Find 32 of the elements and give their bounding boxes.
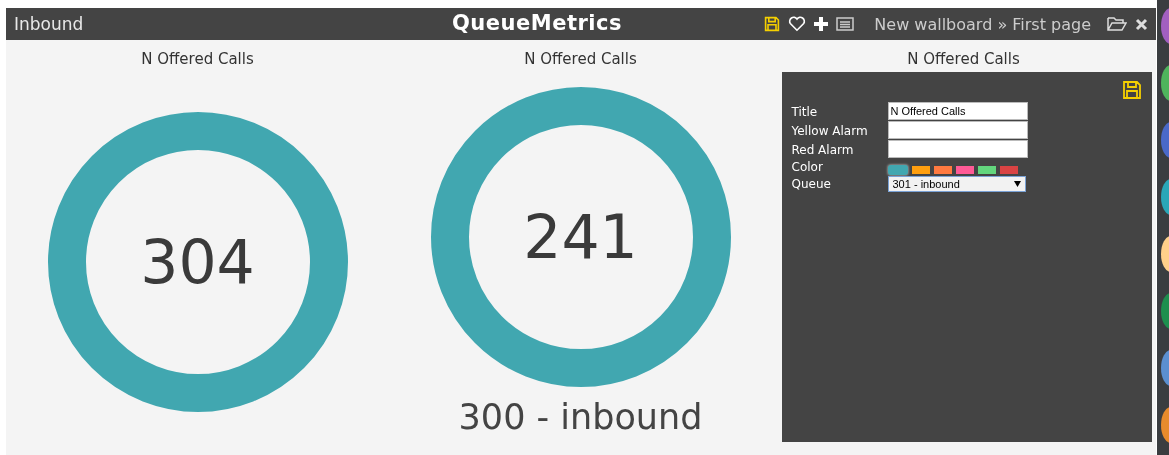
queue-label: 300 - inbound	[458, 396, 703, 437]
save-icon[interactable]	[764, 16, 781, 32]
input-field[interactable]: N Offered Calls	[887, 102, 1028, 120]
page-title: Inbound	[14, 14, 84, 34]
field-label: Color	[791, 159, 824, 175]
queue-dropdown[interactable]: 301 - inbound	[887, 176, 1026, 192]
color-swatch[interactable]	[933, 166, 952, 174]
widget-title: N Offered Calls	[907, 50, 1020, 68]
color-swatch[interactable]	[977, 166, 996, 174]
close-icon[interactable]	[1135, 17, 1148, 31]
field-label: Queue	[791, 176, 832, 192]
widget-title: N Offered Calls	[141, 50, 254, 68]
caret-icon[interactable]	[1013, 181, 1021, 187]
call-count: 241	[523, 206, 638, 267]
field-label: Title	[791, 104, 819, 120]
save-icon[interactable]	[1121, 80, 1142, 100]
field-label: Red Alarm	[791, 142, 855, 158]
heart-icon[interactable]	[788, 16, 807, 32]
color-swatch[interactable]	[887, 165, 908, 175]
field-label: Yellow Alarm	[791, 123, 869, 139]
input-field[interactable]	[887, 121, 1028, 139]
list-icon[interactable]	[836, 17, 855, 31]
plus-icon[interactable]	[814, 17, 829, 31]
color-swatch[interactable]	[955, 166, 974, 174]
brand-logo: QueueMetrics	[452, 10, 622, 37]
color-swatch[interactable]	[911, 166, 930, 174]
folder-icon[interactable]	[1107, 16, 1127, 32]
breadcrumb: New wallboard » First page	[874, 14, 1091, 34]
call-count: 304	[140, 231, 255, 292]
input-field[interactable]	[887, 140, 1028, 158]
color-swatch[interactable]	[999, 166, 1018, 174]
widget-title: N Offered Calls	[524, 50, 637, 68]
